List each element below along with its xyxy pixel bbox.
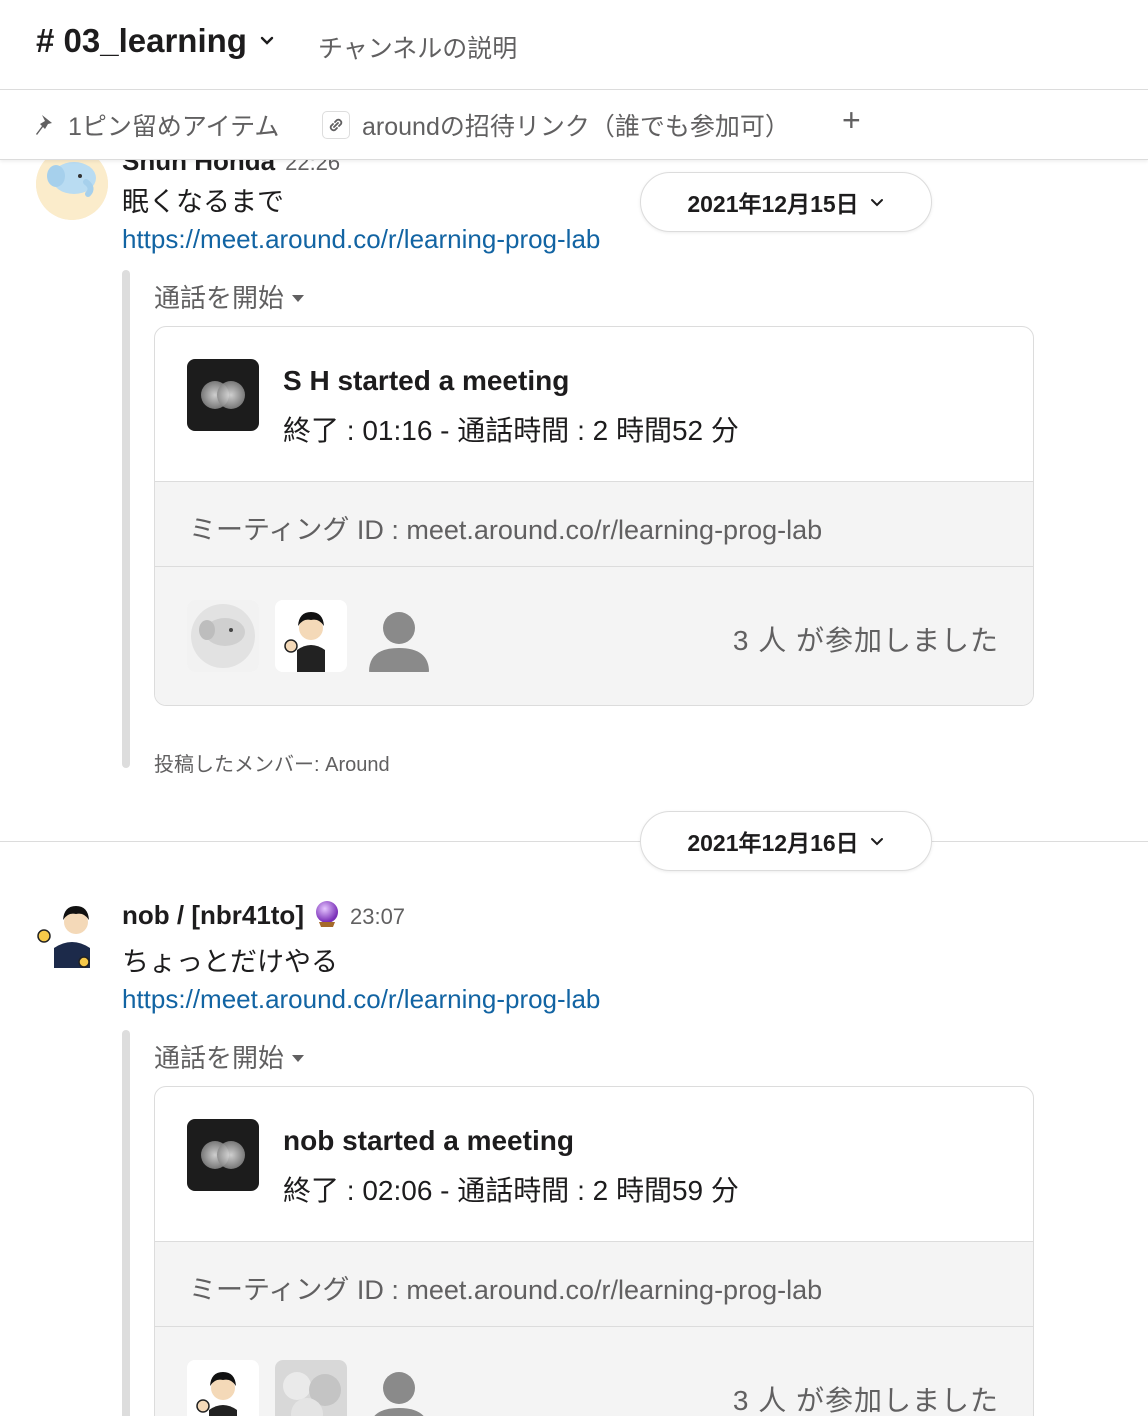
participants-count: 3 人 が参加しました xyxy=(732,1385,999,1416)
date-divider xyxy=(0,841,1148,842)
bookmark-invite-link[interactable]: aroundの招待リンク（誰でも参加可） xyxy=(322,107,790,143)
meeting-id: ミーティング ID : meet.around.co/r/learning-pr… xyxy=(155,1241,1033,1327)
meeting-card-header: S H started a meeting 終了 : 01:16 - 通話時間 … xyxy=(155,327,1033,481)
start-call-button[interactable]: 通話を開始 xyxy=(154,1038,305,1075)
caret-down-icon xyxy=(292,1055,305,1062)
pinned-items-button[interactable]: 1ピン留めアイテム xyxy=(34,107,279,143)
date-label: 2021年12月16日 xyxy=(687,830,859,856)
user-avatar-icon xyxy=(36,896,108,968)
pin-icon xyxy=(36,115,52,135)
posted-by: 投稿したメンバー: Around xyxy=(154,754,390,776)
caret-down-icon xyxy=(292,295,305,302)
start-call-label: 通話を開始 xyxy=(154,283,285,313)
around-logo-icon xyxy=(187,1119,259,1191)
meeting-duration: 終了 : 01:16 - 通話時間 : 2 時間52 分 xyxy=(283,415,739,446)
meeting-card-header: nob started a meeting 終了 : 02:06 - 通話時間 … xyxy=(155,1087,1033,1241)
meeting-title: S H started a meeting xyxy=(283,365,570,396)
message-text: 眠くなるまで xyxy=(122,187,284,217)
start-call-button[interactable]: 通話を開始 xyxy=(154,278,305,315)
bookmarks-bar: 1ピン留めアイテム aroundの招待リンク（誰でも参加可） + xyxy=(0,90,1148,160)
participant-avatar[interactable] xyxy=(187,600,259,672)
participant-avatar[interactable] xyxy=(187,1360,259,1416)
elephant-avatar-icon xyxy=(36,160,108,220)
date-jump-button[interactable]: 2021年12月15日 xyxy=(640,172,932,232)
participant-avatar[interactable] xyxy=(363,1360,435,1416)
crystal-ball-icon[interactable] xyxy=(314,900,340,928)
author-name[interactable]: Shun Honda xyxy=(122,160,275,177)
message-time[interactable]: 22:26 xyxy=(285,160,340,176)
chevron-down-icon xyxy=(870,199,883,207)
message-header: nob / [nbr41to] 23:07 xyxy=(122,896,405,931)
channel-name-button[interactable]: # 03_learning xyxy=(36,22,277,60)
call-attachment: 通話を開始 S H started a meeting 終了 : 01:16 -… xyxy=(122,270,1034,776)
attachment-bar xyxy=(122,270,130,768)
date-jump-button[interactable]: 2021年12月16日 xyxy=(640,811,932,871)
author-name[interactable]: nob / [nbr41to] xyxy=(122,900,304,931)
message-link[interactable]: https://meet.around.co/r/learning-prog-l… xyxy=(122,984,600,1015)
chevron-down-icon xyxy=(260,36,274,45)
participants-count: 3 人 が参加しました xyxy=(732,625,999,656)
link-icon xyxy=(322,111,350,139)
chevron-down-icon xyxy=(870,838,883,846)
participant-avatar[interactable] xyxy=(275,600,347,672)
meeting-participants: 3 人 が参加しました xyxy=(155,567,1033,705)
message-time[interactable]: 23:07 xyxy=(350,904,405,930)
call-attachment: 通話を開始 nob started a meeting 終了 : 02:06 -… xyxy=(122,1030,1034,1416)
message-header: Shun Honda 22:26 xyxy=(122,160,340,177)
participant-avatar[interactable] xyxy=(363,600,435,672)
pinned-items-label: 1ピン留めアイテム xyxy=(68,113,280,141)
attachment-bar xyxy=(122,1030,130,1416)
bookmark-link-label: aroundの招待リンク（誰でも参加可） xyxy=(362,113,790,141)
message-link[interactable]: https://meet.around.co/r/learning-prog-l… xyxy=(122,224,600,255)
channel-header: # 03_learning チャンネルの説明 xyxy=(0,0,1148,90)
channel-name: # 03_learning xyxy=(36,22,247,59)
meeting-duration: 終了 : 02:06 - 通話時間 : 2 時間59 分 xyxy=(283,1175,739,1206)
avatar[interactable] xyxy=(36,160,108,220)
participant-avatar[interactable] xyxy=(275,1360,347,1416)
meeting-title: nob started a meeting xyxy=(283,1125,574,1156)
message-text: ちょっとだけやる xyxy=(122,947,338,977)
channel-description[interactable]: チャンネルの説明 xyxy=(318,29,517,65)
around-logo-icon xyxy=(187,359,259,431)
date-label: 2021年12月15日 xyxy=(687,191,859,217)
add-bookmark-button[interactable]: + xyxy=(842,102,861,139)
meeting-id: ミーティング ID : meet.around.co/r/learning-pr… xyxy=(155,481,1033,567)
meeting-card: S H started a meeting 終了 : 01:16 - 通話時間 … xyxy=(154,326,1034,706)
meeting-card: nob started a meeting 終了 : 02:06 - 通話時間 … xyxy=(154,1086,1034,1416)
start-call-label: 通話を開始 xyxy=(154,1043,285,1073)
avatar[interactable] xyxy=(36,896,108,968)
message-list[interactable]: Shun Honda 22:26 眠くなるまで https://meet.aro… xyxy=(0,160,1148,1416)
meeting-participants: 3 人 が参加しました xyxy=(155,1327,1033,1416)
